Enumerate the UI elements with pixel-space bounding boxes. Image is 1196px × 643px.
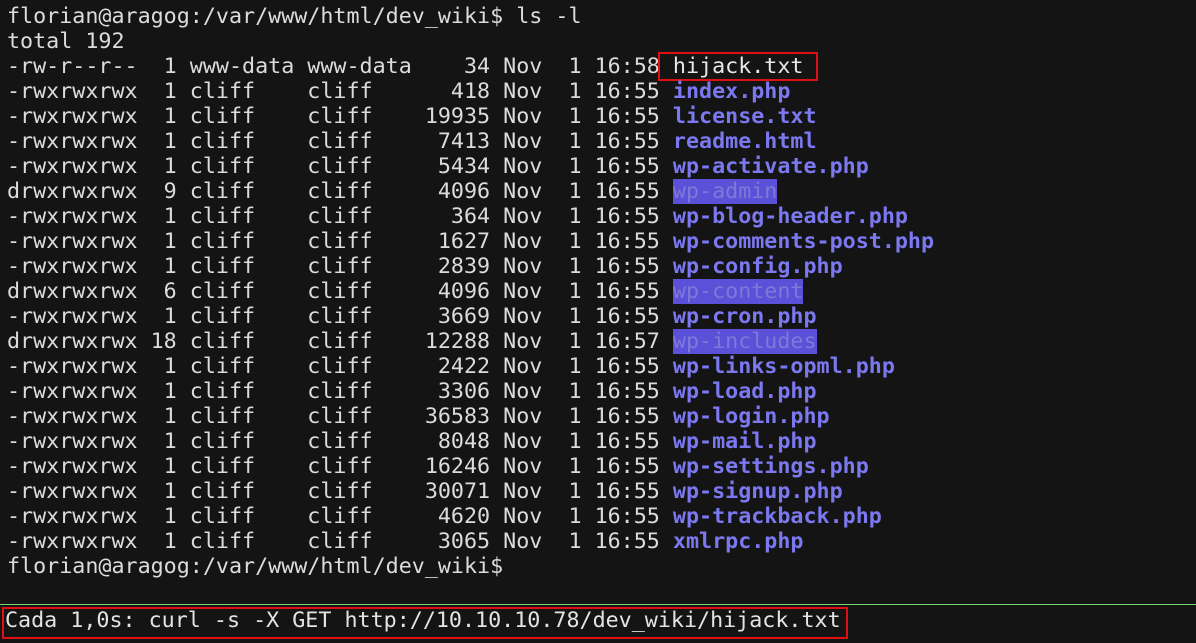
row-meta: -rwxrwxrwx 1 cliff cliff 30071 Nov 1 16:… [7,479,673,504]
row-meta: -rwxrwxrwx 1 cliff cliff 2839 Nov 1 16:5… [7,254,673,279]
listing-row: drwxrwxrwx 9 cliff cliff 4096 Nov 1 16:5… [7,179,1192,204]
file-name: wp-activate.php [672,154,869,179]
row-meta: drwxrwxrwx 18 cliff cliff 12288 Nov 1 16… [7,329,673,354]
row-meta: -rwxrwxrwx 1 cliff cliff 418 Nov 1 16:55 [7,79,673,104]
listing-row: -rwxrwxrwx 1 cliff cliff 2839 Nov 1 16:5… [7,254,1192,279]
watch-status-text: Cada 1,0s: curl -s -X GET http://10.10.1… [5,608,841,633]
row-meta: -rwxrwxrwx 1 cliff cliff 16246 Nov 1 16:… [7,454,673,479]
listing-row: -rwxrwxrwx 1 cliff cliff 36583 Nov 1 16:… [7,404,1192,429]
terminal-pane-top[interactable]: florian@aragog:/var/www/html/dev_wiki$ l… [0,0,1196,604]
row-meta: -rwxrwxrwx 1 cliff cliff 364 Nov 1 16:55 [7,204,673,229]
row-meta: -rwxrwxrwx 1 cliff cliff 1627 Nov 1 16:5… [7,229,673,254]
listing-row: -rwxrwxrwx 1 cliff cliff 364 Nov 1 16:55… [7,204,1192,229]
listing-row: -rwxrwxrwx 1 cliff cliff 3669 Nov 1 16:5… [7,304,1192,329]
file-name: readme.html [672,129,817,154]
file-name: wp-settings.php [672,454,869,479]
listing-row: -rwxrwxrwx 1 cliff cliff 7413 Nov 1 16:5… [7,129,1192,154]
row-meta: -rwxrwxrwx 1 cliff cliff 2422 Nov 1 16:5… [7,354,673,379]
listing-row: -rwxrwxrwx 1 cliff cliff 16246 Nov 1 16:… [7,454,1192,479]
listing-row: -rwxrwxrwx 1 cliff cliff 2422 Nov 1 16:5… [7,354,1192,379]
file-name: wp-blog-header.php [672,204,908,229]
file-name: wp-comments-post.php [672,229,935,254]
file-name: wp-load.php [672,379,817,404]
listing-row: -rwxrwxrwx 1 cliff cliff 4620 Nov 1 16:5… [7,504,1192,529]
total-line: total 192 [7,29,125,54]
row-meta: -rwxrwxrwx 1 cliff cliff 4620 Nov 1 16:5… [7,504,673,529]
file-name: wp-links-opml.php [672,354,895,379]
row-meta: drwxrwxrwx 9 cliff cliff 4096 Nov 1 16:5… [7,179,673,204]
listing-row: -rwxrwxrwx 1 cliff cliff 8048 Nov 1 16:5… [7,429,1192,454]
directory-name: wp-includes [672,329,817,354]
watch-pane[interactable]: Cada 1,0s: curl -s -X GET http://10.10.1… [0,605,1196,643]
shell-prompt[interactable]: florian@aragog:/var/www/html/dev_wiki$ [7,554,1192,579]
file-name: hijack.txt [672,54,804,79]
row-meta: -rw-r--r-- 1 www-data www-data 34 Nov 1 … [7,54,673,79]
listing-row: -rwxrwxrwx 1 cliff cliff 19935 Nov 1 16:… [7,104,1192,129]
row-meta: -rwxrwxrwx 1 cliff cliff 36583 Nov 1 16:… [7,404,673,429]
row-meta: -rwxrwxrwx 1 cliff cliff 5434 Nov 1 16:5… [7,154,673,179]
file-name: wp-trackback.php [672,504,882,529]
row-meta: -rwxrwxrwx 1 cliff cliff 3306 Nov 1 16:5… [7,379,673,404]
file-name: xmlrpc.php [672,529,804,554]
file-name: wp-config.php [672,254,843,279]
row-meta: -rwxrwxrwx 1 cliff cliff 19935 Nov 1 16:… [7,104,673,129]
file-name: wp-mail.php [672,429,817,454]
command-line: florian@aragog:/var/www/html/dev_wiki$ l… [7,4,582,29]
terminal-output: florian@aragog:/var/www/html/dev_wiki$ l… [7,4,1192,579]
listing-row: -rw-r--r-- 1 www-data www-data 34 Nov 1 … [7,52,1192,81]
listing-row: -rwxrwxrwx 1 cliff cliff 30071 Nov 1 16:… [7,479,1192,504]
directory-name: wp-admin [672,179,778,204]
listing-row: -rwxrwxrwx 1 cliff cliff 1627 Nov 1 16:5… [7,229,1192,254]
file-name: wp-cron.php [672,304,817,329]
row-meta: -rwxrwxrwx 1 cliff cliff 3065 Nov 1 16:5… [7,529,673,554]
file-name: wp-login.php [672,404,830,429]
listing-row: -rwxrwxrwx 1 cliff cliff 3065 Nov 1 16:5… [7,529,1192,554]
listing-row: -rwxrwxrwx 1 cliff cliff 3306 Nov 1 16:5… [7,379,1192,404]
listing-row: -rwxrwxrwx 1 cliff cliff 418 Nov 1 16:55… [7,79,1192,104]
row-meta: -rwxrwxrwx 1 cliff cliff 8048 Nov 1 16:5… [7,429,673,454]
highlight-box: hijack.txt [657,52,819,81]
file-name: index.php [672,79,791,104]
listing-row: -rwxrwxrwx 1 cliff cliff 5434 Nov 1 16:5… [7,154,1192,179]
file-name: wp-signup.php [672,479,843,504]
row-meta: drwxrwxrwx 6 cliff cliff 4096 Nov 1 16:5… [7,279,673,304]
directory-name: wp-content [672,279,804,304]
row-meta: -rwxrwxrwx 1 cliff cliff 7413 Nov 1 16:5… [7,129,673,154]
file-name: license.txt [672,104,817,129]
listing-row: drwxrwxrwx 6 cliff cliff 4096 Nov 1 16:5… [7,279,1192,304]
listing-row: drwxrwxrwx 18 cliff cliff 12288 Nov 1 16… [7,329,1192,354]
row-meta: -rwxrwxrwx 1 cliff cliff 3669 Nov 1 16:5… [7,304,673,329]
